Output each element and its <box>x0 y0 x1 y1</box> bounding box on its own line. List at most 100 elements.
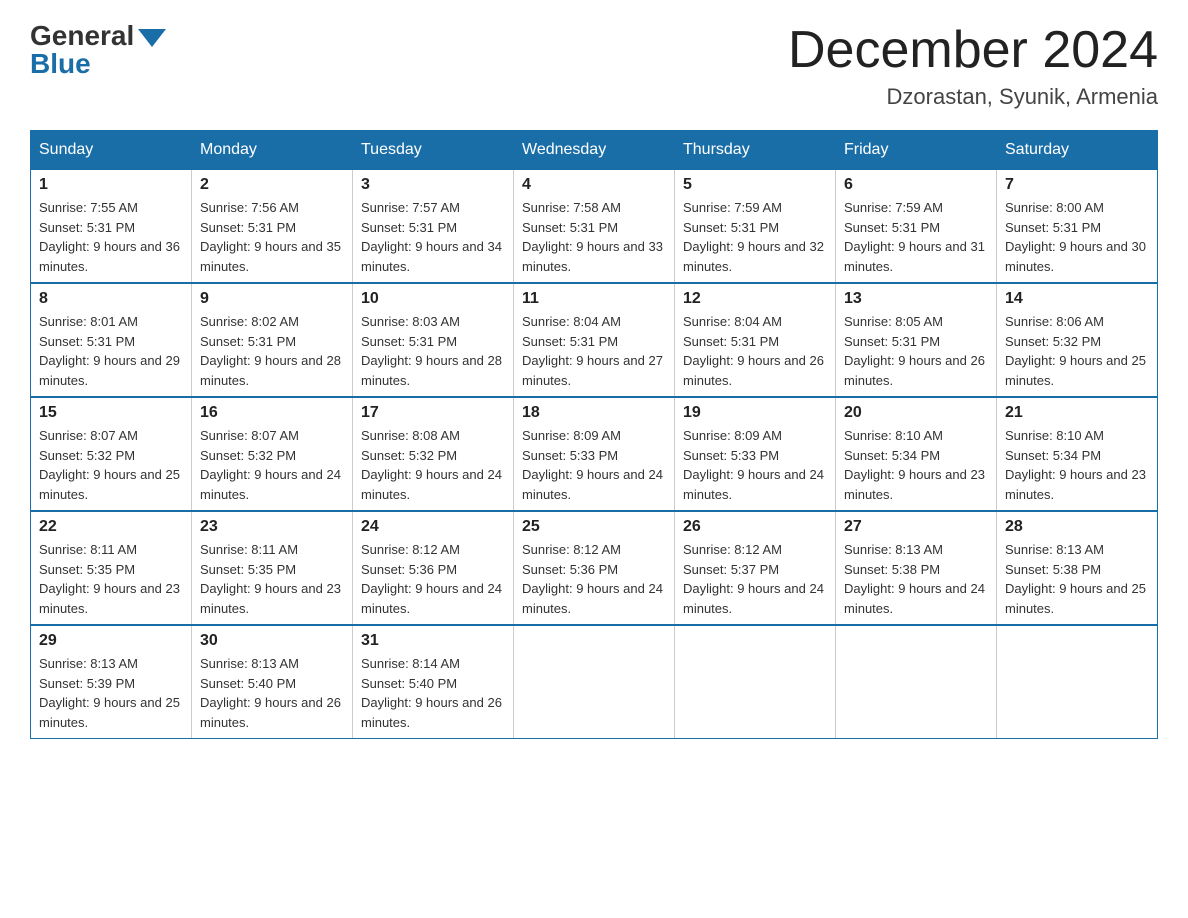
daylight-label: Daylight: 9 hours and 25 minutes. <box>1005 581 1146 616</box>
page-header: General Blue December 2024 Dzorastan, Sy… <box>30 20 1158 110</box>
day-info: Sunrise: 7:58 AM Sunset: 5:31 PM Dayligh… <box>522 198 666 276</box>
day-info: Sunrise: 8:13 AM Sunset: 5:38 PM Dayligh… <box>1005 540 1149 618</box>
daylight-label: Daylight: 9 hours and 31 minutes. <box>844 239 985 274</box>
daylight-label: Daylight: 9 hours and 30 minutes. <box>1005 239 1146 274</box>
daylight-label: Daylight: 9 hours and 23 minutes. <box>200 581 341 616</box>
daylight-label: Daylight: 9 hours and 25 minutes. <box>1005 353 1146 388</box>
daylight-label: Daylight: 9 hours and 32 minutes. <box>683 239 824 274</box>
day-number: 5 <box>683 176 827 194</box>
day-number: 7 <box>1005 176 1149 194</box>
day-info: Sunrise: 8:14 AM Sunset: 5:40 PM Dayligh… <box>361 654 505 732</box>
table-row: 12 Sunrise: 8:04 AM Sunset: 5:31 PM Dayl… <box>675 283 836 397</box>
day-info: Sunrise: 7:56 AM Sunset: 5:31 PM Dayligh… <box>200 198 344 276</box>
col-monday: Monday <box>192 131 353 170</box>
sunrise-label: Sunrise: 8:08 AM <box>361 428 460 443</box>
daylight-label: Daylight: 9 hours and 33 minutes. <box>522 239 663 274</box>
table-row: 16 Sunrise: 8:07 AM Sunset: 5:32 PM Dayl… <box>192 397 353 511</box>
day-number: 20 <box>844 404 988 422</box>
page-title: December 2024 <box>788 20 1158 80</box>
table-row: 13 Sunrise: 8:05 AM Sunset: 5:31 PM Dayl… <box>836 283 997 397</box>
calendar-week-row: 29 Sunrise: 8:13 AM Sunset: 5:39 PM Dayl… <box>31 625 1158 739</box>
day-number: 23 <box>200 518 344 536</box>
day-number: 31 <box>361 632 505 650</box>
sunrise-label: Sunrise: 7:59 AM <box>683 200 782 215</box>
day-number: 8 <box>39 290 183 308</box>
day-number: 22 <box>39 518 183 536</box>
table-row: 24 Sunrise: 8:12 AM Sunset: 5:36 PM Dayl… <box>353 511 514 625</box>
day-info: Sunrise: 8:07 AM Sunset: 5:32 PM Dayligh… <box>200 426 344 504</box>
sunset-label: Sunset: 5:31 PM <box>522 334 618 349</box>
daylight-label: Daylight: 9 hours and 26 minutes. <box>200 695 341 730</box>
sunset-label: Sunset: 5:40 PM <box>200 676 296 691</box>
day-info: Sunrise: 8:04 AM Sunset: 5:31 PM Dayligh… <box>522 312 666 390</box>
daylight-label: Daylight: 9 hours and 23 minutes. <box>1005 467 1146 502</box>
day-info: Sunrise: 8:12 AM Sunset: 5:37 PM Dayligh… <box>683 540 827 618</box>
sunset-label: Sunset: 5:31 PM <box>522 220 618 235</box>
daylight-label: Daylight: 9 hours and 23 minutes. <box>844 467 985 502</box>
col-friday: Friday <box>836 131 997 170</box>
page-subtitle: Dzorastan, Syunik, Armenia <box>788 84 1158 110</box>
sunset-label: Sunset: 5:32 PM <box>361 448 457 463</box>
calendar-table: Sunday Monday Tuesday Wednesday Thursday… <box>30 130 1158 739</box>
day-info: Sunrise: 8:10 AM Sunset: 5:34 PM Dayligh… <box>1005 426 1149 504</box>
sunset-label: Sunset: 5:31 PM <box>844 220 940 235</box>
sunrise-label: Sunrise: 8:04 AM <box>522 314 621 329</box>
table-row: 6 Sunrise: 7:59 AM Sunset: 5:31 PM Dayli… <box>836 170 997 284</box>
daylight-label: Daylight: 9 hours and 24 minutes. <box>683 467 824 502</box>
day-number: 18 <box>522 404 666 422</box>
sunrise-label: Sunrise: 8:09 AM <box>522 428 621 443</box>
sunrise-label: Sunrise: 8:03 AM <box>361 314 460 329</box>
table-row: 20 Sunrise: 8:10 AM Sunset: 5:34 PM Dayl… <box>836 397 997 511</box>
daylight-label: Daylight: 9 hours and 28 minutes. <box>200 353 341 388</box>
day-number: 4 <box>522 176 666 194</box>
day-number: 9 <box>200 290 344 308</box>
day-number: 30 <box>200 632 344 650</box>
table-row: 25 Sunrise: 8:12 AM Sunset: 5:36 PM Dayl… <box>514 511 675 625</box>
day-info: Sunrise: 7:57 AM Sunset: 5:31 PM Dayligh… <box>361 198 505 276</box>
sunrise-label: Sunrise: 8:14 AM <box>361 656 460 671</box>
logo-blue-text: Blue <box>30 48 91 80</box>
sunset-label: Sunset: 5:35 PM <box>200 562 296 577</box>
day-info: Sunrise: 7:59 AM Sunset: 5:31 PM Dayligh… <box>683 198 827 276</box>
daylight-label: Daylight: 9 hours and 25 minutes. <box>39 695 180 730</box>
day-number: 28 <box>1005 518 1149 536</box>
table-row: 31 Sunrise: 8:14 AM Sunset: 5:40 PM Dayl… <box>353 625 514 739</box>
daylight-label: Daylight: 9 hours and 25 minutes. <box>39 467 180 502</box>
day-info: Sunrise: 8:08 AM Sunset: 5:32 PM Dayligh… <box>361 426 505 504</box>
day-info: Sunrise: 7:59 AM Sunset: 5:31 PM Dayligh… <box>844 198 988 276</box>
table-row: 23 Sunrise: 8:11 AM Sunset: 5:35 PM Dayl… <box>192 511 353 625</box>
sunrise-label: Sunrise: 8:02 AM <box>200 314 299 329</box>
sunrise-label: Sunrise: 7:59 AM <box>844 200 943 215</box>
sunrise-label: Sunrise: 8:11 AM <box>39 542 137 557</box>
sunrise-label: Sunrise: 8:13 AM <box>1005 542 1104 557</box>
day-number: 12 <box>683 290 827 308</box>
sunrise-label: Sunrise: 8:13 AM <box>39 656 138 671</box>
day-info: Sunrise: 8:11 AM Sunset: 5:35 PM Dayligh… <box>39 540 183 618</box>
sunset-label: Sunset: 5:31 PM <box>200 334 296 349</box>
day-number: 25 <box>522 518 666 536</box>
sunrise-label: Sunrise: 8:00 AM <box>1005 200 1104 215</box>
sunset-label: Sunset: 5:31 PM <box>361 220 457 235</box>
sunrise-label: Sunrise: 8:07 AM <box>200 428 299 443</box>
table-row: 30 Sunrise: 8:13 AM Sunset: 5:40 PM Dayl… <box>192 625 353 739</box>
sunrise-label: Sunrise: 8:13 AM <box>200 656 299 671</box>
day-info: Sunrise: 8:12 AM Sunset: 5:36 PM Dayligh… <box>361 540 505 618</box>
daylight-label: Daylight: 9 hours and 27 minutes. <box>522 353 663 388</box>
sunset-label: Sunset: 5:31 PM <box>39 220 135 235</box>
day-info: Sunrise: 8:00 AM Sunset: 5:31 PM Dayligh… <box>1005 198 1149 276</box>
table-row: 28 Sunrise: 8:13 AM Sunset: 5:38 PM Dayl… <box>997 511 1158 625</box>
sunset-label: Sunset: 5:31 PM <box>683 334 779 349</box>
table-row: 21 Sunrise: 8:10 AM Sunset: 5:34 PM Dayl… <box>997 397 1158 511</box>
table-row: 10 Sunrise: 8:03 AM Sunset: 5:31 PM Dayl… <box>353 283 514 397</box>
day-number: 6 <box>844 176 988 194</box>
daylight-label: Daylight: 9 hours and 29 minutes. <box>39 353 180 388</box>
sunrise-label: Sunrise: 8:13 AM <box>844 542 943 557</box>
table-row: 15 Sunrise: 8:07 AM Sunset: 5:32 PM Dayl… <box>31 397 192 511</box>
table-row: 18 Sunrise: 8:09 AM Sunset: 5:33 PM Dayl… <box>514 397 675 511</box>
sunrise-label: Sunrise: 7:55 AM <box>39 200 138 215</box>
sunset-label: Sunset: 5:31 PM <box>1005 220 1101 235</box>
day-info: Sunrise: 8:04 AM Sunset: 5:31 PM Dayligh… <box>683 312 827 390</box>
sunrise-label: Sunrise: 8:12 AM <box>361 542 460 557</box>
logo: General Blue <box>30 20 166 80</box>
table-row: 19 Sunrise: 8:09 AM Sunset: 5:33 PM Dayl… <box>675 397 836 511</box>
